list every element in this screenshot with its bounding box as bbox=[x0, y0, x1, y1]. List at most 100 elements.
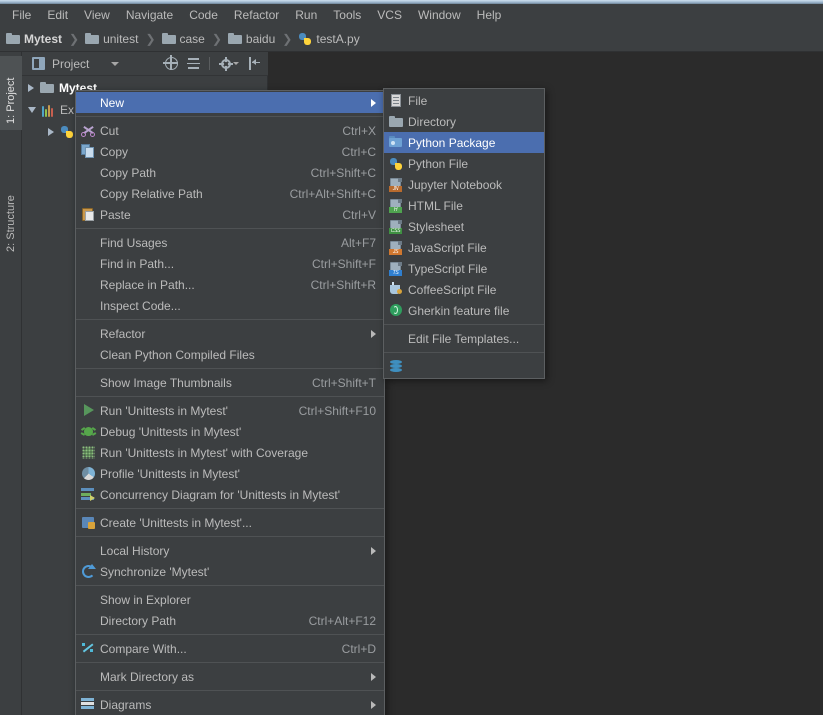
menu-item-label: New bbox=[100, 95, 125, 110]
menu-item-diagrams[interactable]: Diagrams bbox=[76, 694, 384, 715]
menu-item-profile-unittests[interactable]: Profile 'Unittests in Mytest' bbox=[76, 463, 384, 484]
settings-gear-icon[interactable] bbox=[218, 56, 233, 71]
menu-window[interactable]: Window bbox=[410, 6, 469, 25]
breadcrumb-item-baidu[interactable]: baidu bbox=[227, 32, 275, 46]
menu-item-label: Show in Explorer bbox=[100, 592, 191, 607]
menu-item-label: Debug 'Unittests in Mytest' bbox=[100, 424, 242, 439]
debug-icon bbox=[80, 424, 96, 439]
menu-item-synchronize-mytest[interactable]: Synchronize 'Mytest' bbox=[76, 561, 384, 582]
menu-item-debug-unittests[interactable]: Debug 'Unittests in Mytest' bbox=[76, 421, 384, 442]
menu-item-label: Inspect Code... bbox=[100, 298, 181, 313]
locate-icon[interactable] bbox=[163, 55, 178, 70]
project-tool-window-header: Project bbox=[22, 52, 268, 76]
breadcrumb-item-case[interactable]: case bbox=[161, 32, 205, 46]
profile-icon bbox=[81, 466, 96, 481]
hide-icon[interactable] bbox=[248, 57, 261, 70]
submenu-item-jupyter-notebook[interactable]: JN Jupyter Notebook bbox=[384, 174, 544, 195]
menu-navigate[interactable]: Navigate bbox=[118, 6, 181, 25]
menu-item-label: Directory Path bbox=[100, 613, 177, 628]
menu-item-directory-path[interactable]: Directory Path Ctrl+Alt+F12 bbox=[76, 610, 384, 631]
menu-item-label: Edit File Templates... bbox=[408, 331, 520, 346]
menu-item-paste[interactable]: Paste Ctrl+V bbox=[76, 204, 384, 225]
menu-file[interactable]: File bbox=[4, 6, 39, 25]
menu-edit[interactable]: Edit bbox=[39, 6, 76, 25]
menu-item-find-in-path[interactable]: Find in Path... Ctrl+Shift+F bbox=[76, 253, 384, 274]
breadcrumb-item-mytest[interactable]: Mytest bbox=[6, 32, 62, 46]
menu-item-mark-directory-as[interactable]: Mark Directory as bbox=[76, 666, 384, 687]
menu-item-clean-python-compiled-files[interactable]: Clean Python Compiled Files bbox=[76, 344, 384, 365]
submenu-item-stylesheet[interactable]: CSS Stylesheet bbox=[384, 216, 544, 237]
menu-item-label: Copy bbox=[100, 144, 129, 159]
menu-item-label: Local History bbox=[100, 543, 170, 558]
menu-vcs[interactable]: VCS bbox=[369, 6, 410, 25]
menu-separator bbox=[76, 228, 384, 229]
project-tool-window-title: Project bbox=[52, 56, 90, 71]
menu-item-refactor[interactable]: Refactor bbox=[76, 323, 384, 344]
menu-view[interactable]: View bbox=[76, 6, 118, 25]
menu-item-copy-relative-path[interactable]: Copy Relative Path Ctrl+Alt+Shift+C bbox=[76, 183, 384, 204]
submenu-item-coffeescript-file[interactable]: CoffeeScript File bbox=[384, 279, 544, 300]
submenu-arrow-icon bbox=[371, 672, 376, 681]
menu-item-local-history[interactable]: Local History bbox=[76, 540, 384, 561]
menu-item-new[interactable]: New bbox=[76, 92, 384, 113]
menu-item-icon-slot bbox=[76, 207, 100, 222]
collapse-all-icon[interactable] bbox=[187, 57, 200, 70]
submenu-item-typescript-file[interactable]: TS TypeScript File bbox=[384, 258, 544, 279]
menu-item-create-unittests-config[interactable]: Create 'Unittests in Mytest'... bbox=[76, 512, 384, 533]
breadcrumb-item-testa-py[interactable]: testA.py bbox=[298, 32, 360, 46]
submenu-item-gherkin-feature-file[interactable]: Gherkin feature file bbox=[384, 300, 544, 321]
stylesheet-icon: CSS bbox=[389, 219, 403, 234]
menu-item-compare-with[interactable]: Compare With... Ctrl+D bbox=[76, 638, 384, 659]
menu-item-accelerator: Ctrl+Shift+T bbox=[311, 375, 376, 390]
submenu-item-python-file[interactable]: Python File bbox=[384, 153, 544, 174]
folder-icon bbox=[161, 32, 176, 45]
menu-tools[interactable]: Tools bbox=[325, 6, 369, 25]
submenu-item-python-package[interactable]: Python Package bbox=[384, 132, 544, 153]
chevron-down-icon[interactable] bbox=[28, 107, 36, 113]
menu-item-run-unittests[interactable]: Run 'Unittests in Mytest' Ctrl+Shift+F10 bbox=[76, 400, 384, 421]
sidebar-item-structure[interactable]: 2: Structure bbox=[0, 164, 22, 258]
menu-item-concurrency-diagram[interactable]: Concurrency Diagram for 'Unittests in My… bbox=[76, 484, 384, 505]
menu-item-label: Python File bbox=[408, 156, 469, 171]
menu-item-icon-slot: TS bbox=[384, 261, 408, 276]
menu-item-label: Create 'Unittests in Mytest'... bbox=[100, 515, 252, 530]
menu-item-icon-slot bbox=[384, 282, 408, 297]
chevron-down-icon[interactable] bbox=[233, 62, 239, 65]
chevron-right-icon[interactable] bbox=[28, 84, 34, 92]
submenu-item-edit-file-templates[interactable]: Edit File Templates... bbox=[384, 328, 544, 349]
menu-item-label: Replace in Path... bbox=[100, 277, 195, 292]
submenu-item-data-source[interactable] bbox=[384, 356, 544, 377]
menu-item-cut[interactable]: Cut Ctrl+X bbox=[76, 120, 384, 141]
menu-item-label: Refactor bbox=[100, 326, 146, 341]
chevron-down-icon[interactable] bbox=[111, 61, 120, 66]
menu-item-copy-path[interactable]: Copy Path Ctrl+Shift+C bbox=[76, 162, 384, 183]
menu-item-icon-slot bbox=[384, 93, 408, 108]
breadcrumb-label: Mytest bbox=[24, 31, 63, 46]
menu-item-show-in-explorer[interactable]: Show in Explorer bbox=[76, 589, 384, 610]
menu-item-find-usages[interactable]: Find Usages Alt+F7 bbox=[76, 232, 384, 253]
menu-item-run-with-coverage[interactable]: Run 'Unittests in Mytest' with Coverage bbox=[76, 442, 384, 463]
submenu-item-directory[interactable]: Directory bbox=[384, 111, 544, 132]
menu-item-show-image-thumbnails[interactable]: Show Image Thumbnails Ctrl+Shift+T bbox=[76, 372, 384, 393]
submenu-item-javascript-file[interactable]: JS JavaScript File bbox=[384, 237, 544, 258]
breadcrumb-item-unitest[interactable]: unitest bbox=[85, 32, 138, 46]
breadcrumb-separator: ❯ bbox=[282, 31, 293, 46]
chevron-right-icon[interactable] bbox=[48, 128, 54, 136]
breadcrumb-label: unitest bbox=[103, 31, 139, 46]
menu-refactor[interactable]: Refactor bbox=[226, 6, 287, 25]
menu-code[interactable]: Code bbox=[181, 6, 226, 25]
menu-item-inspect-code[interactable]: Inspect Code... bbox=[76, 295, 384, 316]
submenu-item-file[interactable]: File bbox=[384, 90, 544, 111]
submenu-item-html-file[interactable]: H HTML File bbox=[384, 195, 544, 216]
file-icon bbox=[389, 93, 403, 108]
cut-icon bbox=[80, 123, 96, 138]
menu-item-icon-slot bbox=[76, 515, 100, 530]
menu-run[interactable]: Run bbox=[287, 6, 325, 25]
menu-item-icon-slot bbox=[384, 359, 408, 374]
sidebar-item-project[interactable]: 1: Project bbox=[0, 56, 22, 130]
menu-item-copy[interactable]: Copy Ctrl+C bbox=[76, 141, 384, 162]
menu-help[interactable]: Help bbox=[469, 6, 510, 25]
breadcrumb: Mytest ❯ unitest ❯ case ❯ baidu ❯ testA.… bbox=[0, 26, 823, 52]
menu-item-label: Profile 'Unittests in Mytest' bbox=[100, 466, 240, 481]
menu-item-replace-in-path[interactable]: Replace in Path... Ctrl+Shift+R bbox=[76, 274, 384, 295]
